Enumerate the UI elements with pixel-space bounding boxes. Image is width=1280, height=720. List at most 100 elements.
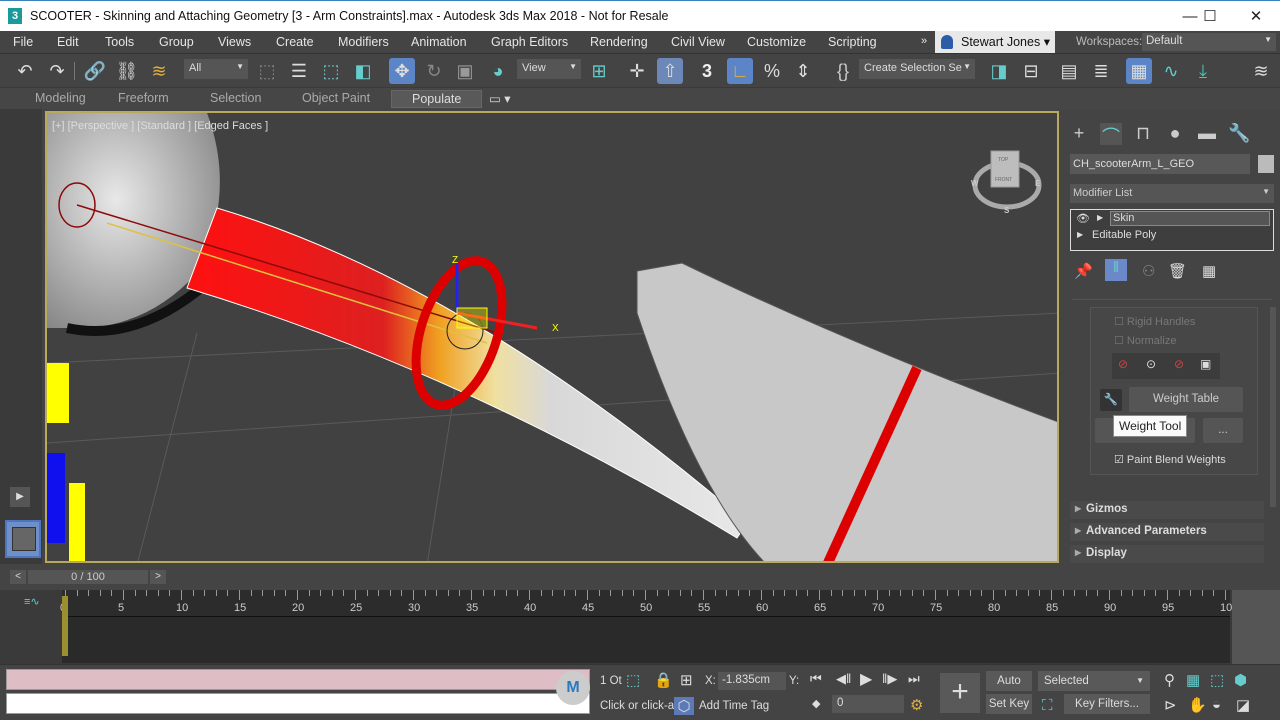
stack-item-skin[interactable]: 👁 ▶ Skin: [1071, 211, 1273, 228]
object-name-field[interactable]: CH_scooterArm_L_GEO: [1070, 154, 1250, 174]
pin-stack-icon[interactable]: 📌: [1074, 262, 1093, 280]
maxscript-input-line[interactable]: [6, 693, 590, 714]
zoom-extents-all-icon[interactable]: ⬢: [1234, 671, 1247, 689]
viewcube[interactable]: TOP FRONT W E S: [971, 143, 1043, 215]
viewcube-west[interactable]: W: [971, 179, 979, 188]
current-frame-field[interactable]: 0: [832, 695, 904, 713]
configure-sets-icon[interactable]: ▦: [1202, 262, 1216, 280]
mirror-icon[interactable]: ◨: [986, 58, 1012, 84]
viewcube-front[interactable]: FRONT: [995, 177, 1012, 183]
previous-frame-icon[interactable]: ◀‖: [836, 671, 851, 687]
menu-create[interactable]: Create: [276, 35, 314, 49]
show-end-result-icon[interactable]: ‖: [1105, 259, 1127, 281]
undo-icon[interactable]: ↶: [12, 58, 38, 84]
menu-overflow[interactable]: »: [921, 35, 927, 47]
menu-scripting[interactable]: Scripting: [828, 35, 877, 49]
rect-selection-icon[interactable]: ⬚: [318, 58, 344, 84]
make-unique-icon[interactable]: ⚇: [1142, 262, 1155, 280]
key-mode-toggle-icon[interactable]: ◆: [812, 697, 820, 710]
zoom-extents-icon[interactable]: ⬚: [1210, 671, 1224, 689]
paint-options-button[interactable]: ...: [1203, 418, 1243, 443]
modifier-list-dropdown[interactable]: Modifier List ▼: [1070, 184, 1274, 203]
rollout-display[interactable]: ▶ Display: [1070, 545, 1264, 563]
keyboard-shortcut-icon[interactable]: ⇧: [657, 58, 683, 84]
viewport-label-menu[interactable]: [+] [Perspective ] [Standard ] [Edged Fa…: [52, 120, 268, 132]
include-verts-icon[interactable]: ⊙: [1146, 357, 1156, 371]
stack-item-editable-poly[interactable]: ▶ Editable Poly: [1071, 228, 1273, 245]
rigid-handles-checkbox[interactable]: ☐ Rigid Handles: [1114, 315, 1195, 328]
set-key-button[interactable]: Set Key: [986, 694, 1032, 714]
menu-modifiers[interactable]: Modifiers: [338, 35, 389, 49]
paint-blend-weights-checkbox[interactable]: ☑ Paint Blend Weights: [1114, 453, 1226, 466]
curve-editor-icon[interactable]: ∿: [1158, 58, 1184, 84]
close-button[interactable]: ✕: [1236, 6, 1276, 28]
maxscript-listener-line[interactable]: [6, 669, 590, 690]
object-color-swatch[interactable]: [1258, 155, 1274, 173]
render-setup-icon[interactable]: ≋: [1248, 58, 1274, 84]
menu-views[interactable]: Views: [218, 35, 251, 49]
bind-space-warp-icon[interactable]: ≋: [146, 58, 172, 84]
named-selection-dropdown[interactable]: Create Selection Se ▼: [859, 59, 975, 79]
snaps-toggle-icon[interactable]: 3: [694, 58, 720, 84]
menu-animation[interactable]: Animation: [411, 35, 467, 49]
tab-populate[interactable]: Populate: [391, 90, 483, 108]
time-config-icon[interactable]: ⚙: [910, 696, 923, 714]
eye-icon[interactable]: 👁: [1076, 212, 1090, 225]
prev-frame-button[interactable]: <: [10, 570, 26, 584]
tab-object-paint[interactable]: Object Paint: [302, 91, 370, 105]
viewcube-south[interactable]: S: [1004, 206, 1010, 215]
zoom-all-icon[interactable]: ▦: [1186, 671, 1200, 689]
mini-curve-editor-icon[interactable]: ≡∿: [24, 595, 40, 608]
viewcube-east[interactable]: E: [1035, 179, 1041, 188]
viewcube-top[interactable]: TOP: [998, 157, 1009, 163]
maximize-viewport-icon[interactable]: ◪: [1236, 696, 1250, 714]
set-keys-button[interactable]: +: [940, 673, 980, 713]
play-icon[interactable]: ▶: [860, 669, 872, 689]
user-account-menu[interactable]: Stewart Jones ▾: [935, 31, 1055, 53]
orbit-icon[interactable]: ◒: [1212, 696, 1221, 713]
menu-civil-view[interactable]: Civil View: [671, 35, 725, 49]
menu-graph-editors[interactable]: Graph Editors: [491, 35, 568, 49]
field-of-view-icon[interactable]: ⊳: [1164, 696, 1177, 714]
track-area[interactable]: [62, 617, 1230, 663]
expand-icon[interactable]: ▶: [1097, 213, 1103, 222]
scene-explorer-icon[interactable]: ▤: [1056, 58, 1082, 84]
rollout-advanced-parameters[interactable]: ▶ Advanced Parameters: [1070, 523, 1264, 541]
rollout-gizmos[interactable]: ▶ Gizmos: [1070, 501, 1264, 519]
viewport-layout-thumbnail[interactable]: [5, 520, 41, 558]
hierarchy-tab-icon[interactable]: ⊓: [1132, 123, 1154, 145]
menu-tools[interactable]: Tools: [105, 35, 134, 49]
pan-view-icon[interactable]: ✋: [1188, 696, 1207, 714]
expand-layouts-button[interactable]: ▶: [10, 487, 30, 507]
unlink-icon[interactable]: ⛓: [114, 58, 140, 84]
isolate-selection-icon[interactable]: ⬚: [626, 671, 640, 689]
add-time-tag-button[interactable]: Add Time Tag: [699, 700, 769, 712]
weight-tool-button[interactable]: 🔧: [1100, 389, 1122, 411]
zoom-icon[interactable]: ⚲: [1164, 671, 1175, 689]
edit-named-sel-icon[interactable]: {}: [830, 58, 856, 84]
perspective-viewport[interactable]: Z X [+] [Perspective ] [Standard ] [Edge…: [45, 111, 1059, 563]
selection-filter-dropdown[interactable]: All ▼: [184, 59, 248, 79]
select-rotate-icon[interactable]: ↻: [421, 58, 447, 84]
display-tab-icon[interactable]: ▬: [1196, 123, 1218, 145]
tab-freeform[interactable]: Freeform: [118, 91, 169, 105]
tab-selection[interactable]: Selection: [210, 91, 261, 105]
weight-table-button[interactable]: Weight Table: [1129, 387, 1243, 412]
select-scale-icon[interactable]: ▣: [452, 58, 478, 84]
expand-icon[interactable]: ▶: [1077, 230, 1083, 239]
menu-file[interactable]: File: [13, 35, 33, 49]
schematic-icon[interactable]: ⤓: [1190, 58, 1216, 84]
tab-modeling[interactable]: Modeling: [35, 91, 86, 105]
x-coord-field[interactable]: -1.835cm: [718, 672, 786, 690]
ref-coord-dropdown[interactable]: View ▼: [517, 59, 581, 79]
panel-scrollbar[interactable]: [1270, 307, 1276, 507]
redo-icon[interactable]: ↷: [44, 58, 70, 84]
auto-key-button[interactable]: Auto Key: [986, 671, 1032, 707]
utilities-tab-icon[interactable]: 🔧: [1228, 123, 1250, 145]
selection-lock-icon[interactable]: 🔒: [654, 671, 673, 689]
absolute-mode-icon[interactable]: ⊞: [680, 671, 693, 689]
ribbon-toggle-icon[interactable]: ▦: [1126, 58, 1152, 84]
next-frame-icon[interactable]: ‖▶: [882, 671, 897, 687]
align-icon[interactable]: ⊟: [1018, 58, 1044, 84]
motion-tab-icon[interactable]: ●: [1164, 123, 1186, 145]
